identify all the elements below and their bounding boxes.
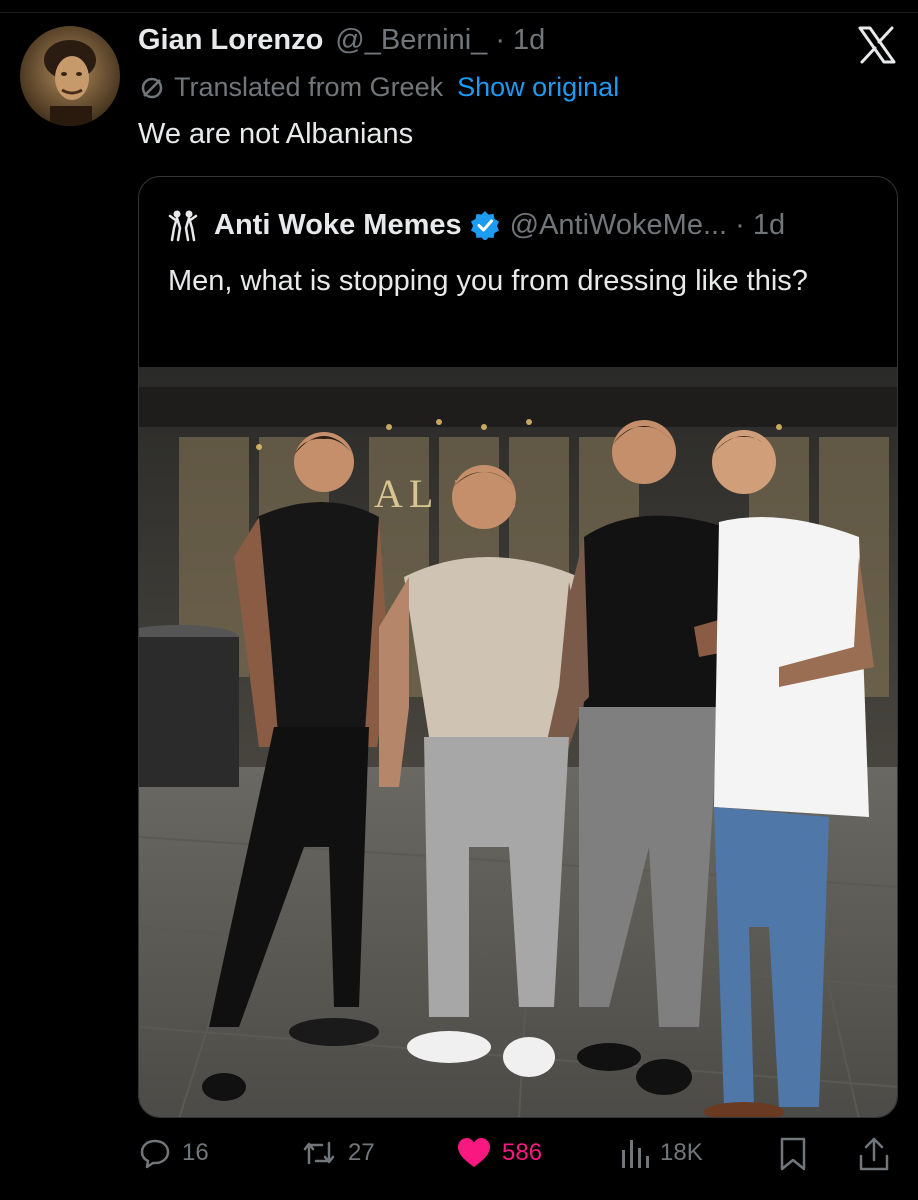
reply-button[interactable]: 16	[138, 1136, 209, 1170]
retweet-count: 27	[348, 1139, 375, 1166]
translate-icon	[141, 77, 163, 98]
author-avatar[interactable]	[20, 26, 120, 126]
bookmark-button[interactable]	[778, 1136, 808, 1172]
action-bar: 16 27 586 18K	[0, 1132, 918, 1176]
tweet-header: Gian Lorenzo @_Bernini_ · 1d	[138, 24, 545, 57]
translated-label: Translated from Greek	[174, 72, 444, 102]
like-count: 586	[502, 1139, 543, 1166]
top-divider	[0, 0, 918, 13]
views-button[interactable]: 18K	[620, 1136, 703, 1170]
quoted-tweet[interactable]: AL BA	[138, 176, 898, 1118]
quoted-tweet-photo[interactable]: AL BA	[139, 367, 897, 1117]
views-icon	[622, 1140, 649, 1168]
reply-count: 16	[182, 1139, 209, 1166]
heart-icon	[458, 1138, 490, 1167]
verified-badge-icon	[470, 211, 499, 240]
retweet-icon	[303, 1141, 335, 1165]
show-original-link[interactable]: Show original	[457, 72, 619, 103]
tweet-text: We are not Albanians	[138, 118, 414, 150]
x-logo-icon[interactable]	[856, 24, 898, 66]
like-button[interactable]: 586	[456, 1136, 542, 1170]
share-icon	[859, 1137, 889, 1171]
reply-icon	[140, 1139, 170, 1169]
retweet-button[interactable]: 27	[300, 1136, 375, 1170]
author-handle[interactable]: @_Bernini_ · 1d	[335, 24, 545, 57]
share-button[interactable]	[858, 1136, 890, 1172]
author-name[interactable]: Gian Lorenzo	[138, 24, 323, 57]
quoted-tweet-header: Anti Woke Memes @AntiWokeMe... · 1d	[166, 208, 785, 242]
translation-note: Translated from Greek Show original	[138, 72, 619, 103]
bookmark-icon	[780, 1137, 806, 1171]
quoted-tweet-text: Men, what is stopping you from dressing …	[168, 265, 808, 297]
quoted-author-handle[interactable]: @AntiWokeMe... · 1d	[510, 209, 786, 242]
quoted-author-name[interactable]: Anti Woke Memes	[214, 209, 462, 242]
dancing-people-emoji-icon	[168, 210, 198, 242]
views-count: 18K	[660, 1139, 703, 1166]
